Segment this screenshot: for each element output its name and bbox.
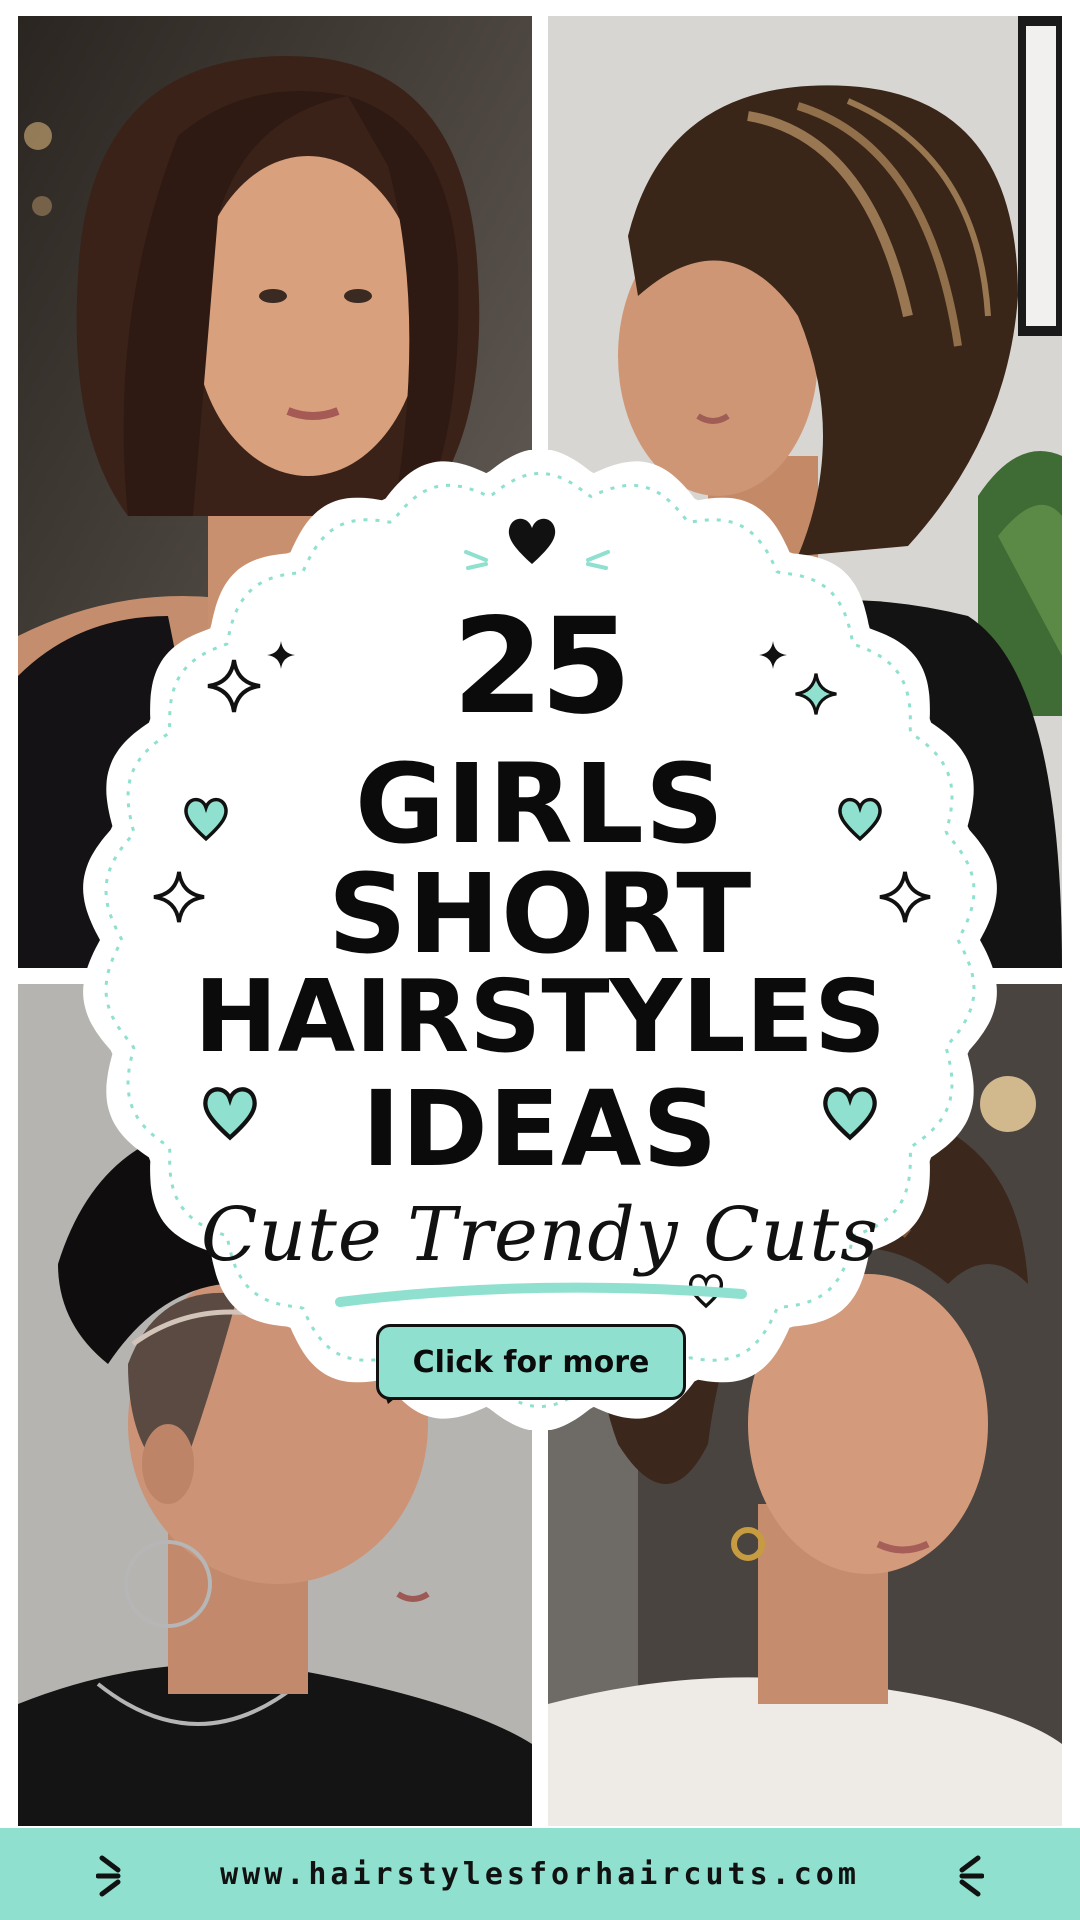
burst-icon xyxy=(959,1855,984,1897)
click-for-more-button[interactable]: Click for more xyxy=(376,1324,686,1400)
accent-lines-icon xyxy=(462,542,612,572)
subtitle: Cute Trendy Cuts xyxy=(200,1192,880,1278)
burst-icon xyxy=(96,1855,121,1897)
title-line-girls: GIRLS xyxy=(354,740,726,868)
title-badge: 25 GIRLS SHORT HAIRSTYLES IDEAS Cute Tre… xyxy=(82,450,998,1430)
title-line-hairstyles: HAIRSTYLES xyxy=(194,958,886,1075)
website-url-link[interactable]: www.hairstylesforhaircuts.com xyxy=(220,1857,860,1892)
title-number: 25 xyxy=(452,590,632,744)
title-line-ideas: IDEAS xyxy=(361,1068,719,1190)
underline-swoosh xyxy=(335,1282,747,1307)
footer-bar: www.hairstylesforhaircuts.com xyxy=(0,1828,1080,1920)
